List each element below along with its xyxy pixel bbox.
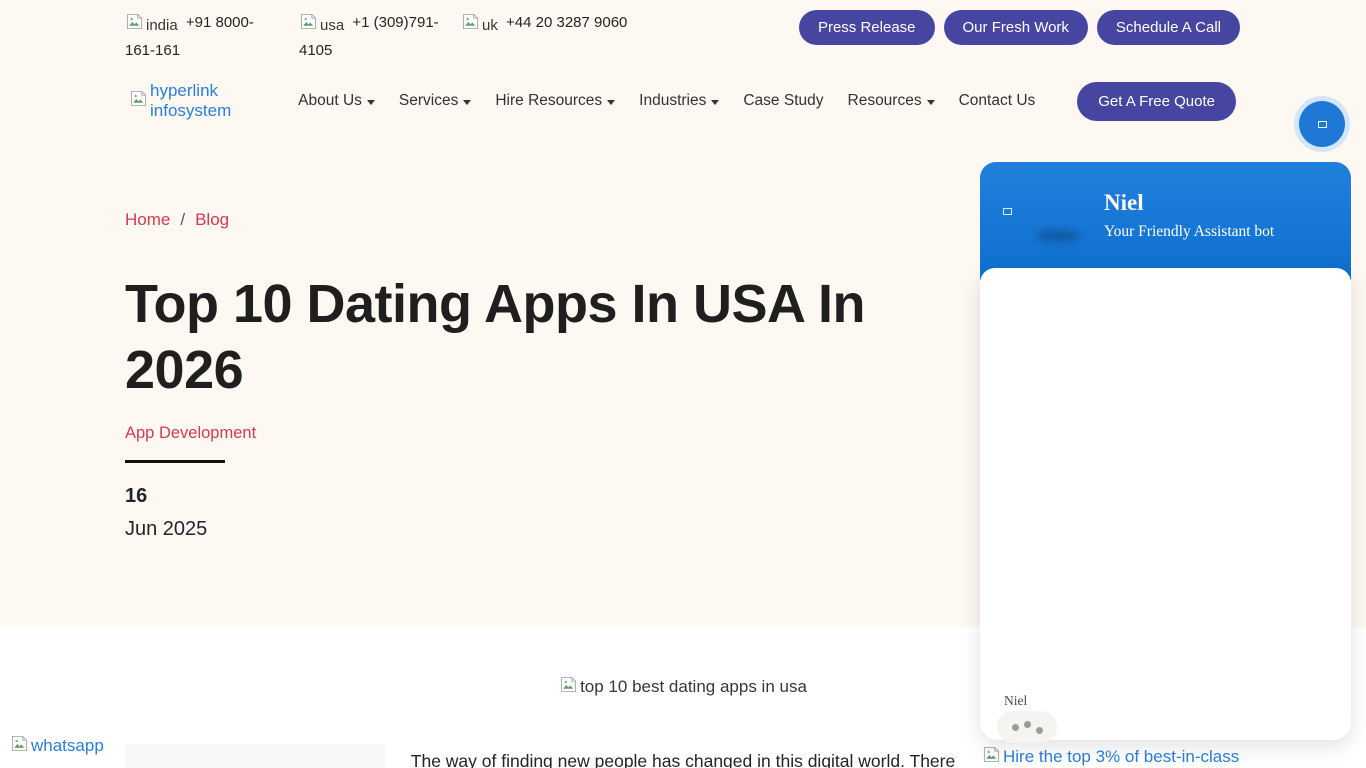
whatsapp-alt-text: whatsapp: [31, 736, 104, 756]
hire-broken-image-icon: [982, 746, 1001, 768]
chat-toggle-button[interactable]: [1299, 101, 1345, 147]
schedule-a-call-button[interactable]: Schedule A Call: [1097, 10, 1240, 45]
uk-phone-number[interactable]: +44 20 3287 9060: [506, 14, 627, 31]
usa-flag-alt-text: usa: [320, 13, 344, 38]
chevron-down-icon: [711, 100, 719, 105]
logo-link[interactable]: hyperlink infosystem: [129, 81, 298, 121]
chevron-down-icon: [927, 100, 935, 105]
contact-list: india +91 8000-161-161 usa +1 (309)791-4…: [125, 10, 627, 63]
india-flag-broken-image-icon: india: [125, 13, 178, 38]
topbar-buttons: Press Release Our Fresh Work Schedule A …: [799, 10, 1240, 45]
nav-item-label: Case Study: [743, 92, 823, 110]
typing-dot: [1036, 727, 1043, 734]
nav-item-services[interactable]: Services: [399, 92, 471, 110]
nav-item-resources[interactable]: Resources: [848, 92, 935, 110]
hero-image-alt-text: top 10 best dating apps in usa: [580, 677, 807, 697]
page-title: Top 10 Dating Apps In USA In 2026: [125, 272, 895, 404]
chatbot-body: Niel: [980, 268, 1351, 740]
title-underline: [125, 460, 225, 463]
chatbot-avatar-shadow: [1035, 230, 1081, 242]
chatbot-message-sender: Niel: [1004, 693, 1027, 709]
nav-item-industries[interactable]: Industries: [639, 92, 719, 110]
broken-image-icon: [1318, 121, 1327, 128]
our-fresh-work-button[interactable]: Our Fresh Work: [944, 10, 1088, 45]
nav-item-label: Contact Us: [959, 92, 1036, 110]
chatbot-avatar-broken-image-icon: [1003, 208, 1012, 215]
page: india +91 8000-161-161 usa +1 (309)791-4…: [0, 0, 1366, 768]
hire-top-talent-link[interactable]: Hire the top 3% of best-in-class: [982, 746, 1239, 768]
chatbot-header-text: Niel Your Friendly Assistant bot: [1104, 190, 1274, 241]
breadcrumb-home-link[interactable]: Home: [125, 210, 170, 230]
main-navbar: hyperlink infosystem About Us Services H…: [129, 78, 1236, 124]
nav-item-label: Services: [399, 92, 458, 110]
press-release-button[interactable]: Press Release: [799, 10, 935, 45]
whatsapp-broken-image-icon: [10, 735, 29, 757]
breadcrumb: Home / Blog: [125, 210, 229, 230]
chatbot-subtitle: Your Friendly Assistant bot: [1104, 223, 1274, 241]
nav-item-hire-resources[interactable]: Hire Resources: [495, 92, 615, 110]
nav-item-about-us[interactable]: About Us: [298, 92, 375, 110]
nav-item-case-study[interactable]: Case Study: [743, 92, 823, 110]
uk-flag-alt-text: uk: [482, 13, 498, 38]
contact-usa[interactable]: usa +1 (309)791-4105: [299, 10, 439, 63]
breadcrumb-blog-link[interactable]: Blog: [195, 210, 229, 230]
nav-menu: About Us Services Hire Resources Industr…: [298, 82, 1236, 121]
nav-item-label: Industries: [639, 92, 706, 110]
contact-india[interactable]: india +91 8000-161-161: [125, 10, 277, 63]
chevron-down-icon: [463, 100, 471, 105]
toc-card: [125, 744, 385, 768]
typing-dot: [1024, 721, 1031, 728]
get-free-quote-button[interactable]: Get A Free Quote: [1077, 82, 1236, 121]
breadcrumb-separator: /: [180, 210, 185, 230]
category-link[interactable]: App Development: [125, 424, 256, 443]
chatbot-header: Niel Your Friendly Assistant bot: [980, 162, 1351, 280]
publish-date-day: 16: [125, 485, 147, 508]
logo-broken-image-icon: [129, 90, 148, 112]
contact-uk[interactable]: uk +44 20 3287 9060: [461, 10, 627, 63]
publish-date-month-year: Jun 2025: [125, 518, 207, 541]
typing-dot: [1012, 724, 1019, 731]
nav-item-label: Resources: [848, 92, 922, 110]
chatbot-widget: Niel Your Friendly Assistant bot Niel: [980, 162, 1351, 740]
nav-item-label: About Us: [298, 92, 362, 110]
typing-indicator: [997, 711, 1057, 743]
whatsapp-link[interactable]: whatsapp: [10, 735, 104, 757]
chatbot-name: Niel: [1104, 190, 1274, 216]
usa-flag-broken-image-icon: usa: [299, 13, 344, 38]
chevron-down-icon: [607, 100, 615, 105]
logo-alt-text: hyperlink infosystem: [150, 81, 298, 121]
hero-broken-image-icon: [559, 676, 578, 698]
india-flag-alt-text: india: [146, 13, 178, 38]
hire-link-alt-text: Hire the top 3% of best-in-class: [1003, 747, 1239, 767]
nav-item-contact-us[interactable]: Contact Us: [959, 92, 1036, 110]
top-contact-bar: india +91 8000-161-161 usa +1 (309)791-4…: [125, 10, 1240, 63]
uk-flag-broken-image-icon: uk: [461, 13, 498, 38]
chevron-down-icon: [367, 100, 375, 105]
nav-item-label: Hire Resources: [495, 92, 602, 110]
